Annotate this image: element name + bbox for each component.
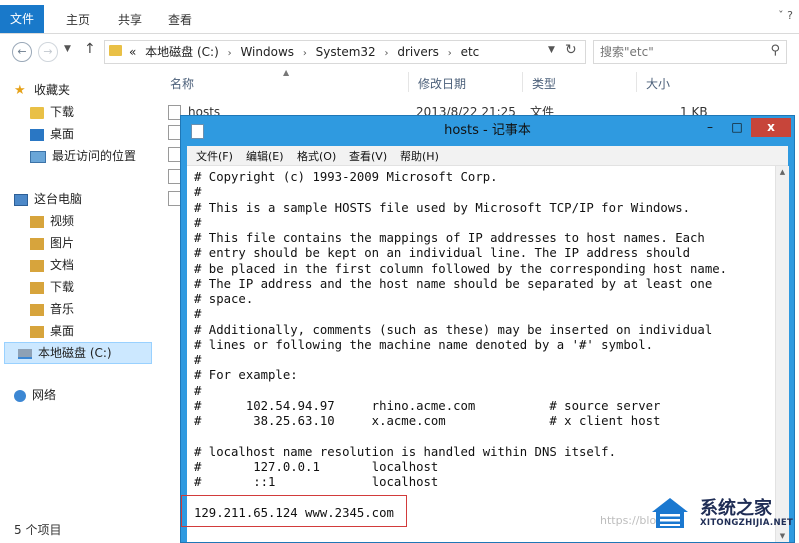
download-folder-icon	[30, 106, 44, 119]
notepad-window[interactable]: hosts - 记事本 – □ x 文件(F) 编辑(E) 格式(O) 查看(V…	[180, 115, 795, 543]
column-divider[interactable]	[636, 72, 637, 92]
sort-ascending-icon: ▲	[283, 68, 290, 77]
text-editor[interactable]: # Copyright (c) 1993-2009 Microsoft Corp…	[187, 166, 774, 542]
column-name[interactable]: 名称	[170, 75, 194, 92]
nav-this-pc[interactable]: 这台电脑	[14, 188, 82, 210]
back-button[interactable]: ←	[12, 42, 32, 62]
up-arrow-icon[interactable]: ↑	[84, 41, 96, 57]
search-icon[interactable]: ⚲	[770, 43, 780, 58]
hosts-file-content[interactable]: # Copyright (c) 1993-2009 Microsoft Corp…	[187, 166, 774, 521]
documents-folder-icon	[30, 259, 44, 272]
scroll-up-icon[interactable]: ▲	[776, 168, 789, 176]
column-type[interactable]: 类型	[532, 75, 556, 92]
breadcrumb-c-drive[interactable]: 本地磁盘 (C:)	[145, 45, 219, 59]
computer-icon	[14, 193, 28, 206]
nav-desktop[interactable]: 桌面	[30, 123, 74, 145]
breadcrumb-drivers[interactable]: drivers	[397, 45, 439, 59]
address-row: ← → ▼ ↑ « 本地磁盘 (C:) › Windows › System32…	[0, 34, 799, 68]
recent-places-icon	[30, 150, 46, 163]
menu-file[interactable]: 文件(F)	[196, 148, 233, 164]
folder-icon	[109, 45, 122, 56]
tab-share[interactable]: 共享	[108, 7, 152, 33]
nav-downloads-pc[interactable]: 下载	[30, 276, 74, 298]
column-divider[interactable]	[522, 72, 523, 92]
nav-desktop-pc[interactable]: 桌面	[30, 320, 74, 342]
menu-format[interactable]: 格式(O)	[297, 148, 336, 164]
breadcrumb-separator-icon[interactable]: ›	[448, 48, 452, 59]
address-dropdown-chevron-icon[interactable]: ▼	[548, 45, 555, 55]
status-item-count: 5 个项目	[14, 523, 62, 537]
forward-button[interactable]: →	[38, 42, 58, 62]
minimize-button[interactable]: –	[697, 118, 723, 137]
nav-videos[interactable]: 视频	[30, 210, 74, 232]
drive-icon	[18, 348, 32, 359]
nav-c-drive[interactable]: 本地磁盘 (C:)	[18, 342, 112, 364]
breadcrumb-windows[interactable]: Windows	[240, 45, 294, 59]
close-button[interactable]: x	[751, 118, 791, 137]
nav-music[interactable]: 音乐	[30, 298, 74, 320]
house-logo-icon	[652, 498, 688, 528]
maximize-button[interactable]: □	[724, 118, 750, 137]
music-folder-icon	[30, 303, 44, 316]
menu-help[interactable]: 帮助(H)	[400, 148, 439, 164]
highlight-annotation-box	[181, 495, 407, 527]
breadcrumb-separator-icon[interactable]: ›	[303, 48, 307, 59]
notepad-titlebar[interactable]: hosts - 记事本 – □ x	[181, 116, 794, 146]
watermark-brand-cn: 系统之家	[700, 498, 772, 519]
network-icon	[14, 389, 26, 402]
watermark-brand-en: XITONGZHIJIA.NET	[700, 518, 794, 528]
nav-downloads[interactable]: 下载	[30, 101, 74, 123]
column-header: ▲ 名称 修改日期 类型 大小	[158, 68, 799, 96]
search-input[interactable]	[598, 43, 762, 61]
ribbon: 文件 主页 共享 查看 ˇ ?	[0, 0, 799, 34]
pictures-folder-icon	[30, 237, 44, 250]
breadcrumb-etc[interactable]: etc	[461, 45, 480, 59]
desktop-icon	[30, 128, 44, 141]
tab-file[interactable]: 文件	[0, 5, 44, 33]
menu-view[interactable]: 查看(V)	[349, 148, 387, 164]
address-bar[interactable]: « 本地磁盘 (C:) › Windows › System32 › drive…	[104, 40, 586, 64]
breadcrumb-separator-icon[interactable]: ›	[228, 48, 232, 59]
recent-locations-chevron-icon[interactable]: ▼	[64, 44, 71, 54]
nav-favorites[interactable]: ★ 收藏夹	[14, 79, 70, 101]
breadcrumb: « 本地磁盘 (C:) › Windows › System32 › drive…	[129, 41, 484, 63]
desktop-folder-icon	[30, 325, 44, 338]
column-date[interactable]: 修改日期	[418, 75, 466, 92]
refresh-icon[interactable]: ↻	[565, 42, 577, 58]
column-divider[interactable]	[408, 72, 409, 92]
navigation-pane: ★ 收藏夹 下载 桌面 最近访问的位置 这台电脑 视频 图片 文档 下载 音乐 桌…	[0, 68, 158, 541]
nav-network[interactable]: 网络	[14, 384, 56, 406]
tab-view[interactable]: 查看	[158, 7, 202, 33]
nav-pictures[interactable]: 图片	[30, 232, 74, 254]
videos-folder-icon	[30, 215, 44, 228]
breadcrumb-system32[interactable]: System32	[316, 45, 376, 59]
watermark: https://blog.cs 系统之家 XITONGZHIJIA.NET	[600, 492, 799, 541]
vertical-scrollbar[interactable]: ▲ ▼	[775, 166, 789, 542]
tab-home[interactable]: 主页	[56, 7, 100, 33]
download-folder-icon	[30, 281, 44, 294]
menu-edit[interactable]: 编辑(E)	[246, 148, 284, 164]
star-icon: ★	[14, 82, 26, 98]
search-box[interactable]: ⚲	[593, 40, 787, 64]
breadcrumb-separator-icon[interactable]: ›	[385, 48, 389, 59]
nav-documents[interactable]: 文档	[30, 254, 74, 276]
breadcrumb-overflow[interactable]: «	[129, 45, 136, 59]
nav-recent[interactable]: 最近访问的位置	[30, 145, 136, 167]
column-size[interactable]: 大小	[646, 75, 670, 92]
menu-bar: 文件(F) 编辑(E) 格式(O) 查看(V) 帮助(H)	[187, 146, 788, 166]
ribbon-help-controls[interactable]: ˇ ?	[778, 9, 793, 22]
notepad-client: 文件(F) 编辑(E) 格式(O) 查看(V) 帮助(H) # Copyrigh…	[187, 146, 789, 542]
